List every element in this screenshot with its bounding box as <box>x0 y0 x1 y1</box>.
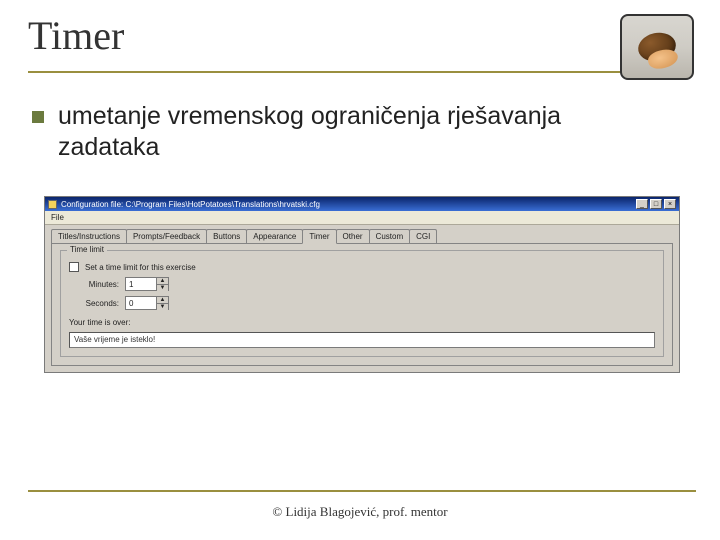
potato-logo <box>620 14 694 80</box>
maximize-button[interactable]: □ <box>650 199 662 209</box>
timeup-label: Your time is over: <box>69 318 131 327</box>
tab-other[interactable]: Other <box>336 229 370 243</box>
minutes-label: Minutes: <box>69 280 119 289</box>
tab-appearance[interactable]: Appearance <box>246 229 303 243</box>
bullet-icon <box>32 111 44 123</box>
minutes-stepper[interactable]: 1 ▲ ▼ <box>125 277 169 291</box>
seconds-down-icon[interactable]: ▼ <box>156 303 168 310</box>
time-limit-group: Time limit Set a time limit for this exe… <box>60 250 664 357</box>
app-icon <box>48 200 57 209</box>
tab-cgi[interactable]: CGI <box>409 229 437 243</box>
bullet-text: umetanje vremenskog ograničenja rješavan… <box>58 101 578 162</box>
title-underline <box>28 71 692 73</box>
tab-titles-instructions[interactable]: Titles/Instructions <box>51 229 127 243</box>
tab-panel: Time limit Set a time limit for this exe… <box>51 243 673 366</box>
bullet-row: umetanje vremenskog ograničenja rješavan… <box>32 101 692 162</box>
seconds-stepper[interactable]: 0 ▲ ▼ <box>125 296 169 310</box>
tab-strip: Titles/Instructions Prompts/Feedback But… <box>45 225 679 243</box>
embedded-screenshot: Configuration file: C:\Program Files\Hot… <box>44 196 680 373</box>
group-title: Time limit <box>67 245 107 254</box>
set-time-limit-checkbox[interactable] <box>69 262 79 272</box>
window-titlebar: Configuration file: C:\Program Files\Hot… <box>45 197 679 211</box>
slide-title: Timer <box>28 12 692 67</box>
footer-text: © Lidija Blagojević, prof. mentor <box>0 504 720 520</box>
tab-prompts-feedback[interactable]: Prompts/Feedback <box>126 229 207 243</box>
timeup-input[interactable]: Vaše vrijeme je isteklo! <box>69 332 655 348</box>
tab-timer[interactable]: Timer <box>302 229 336 244</box>
minutes-down-icon[interactable]: ▼ <box>156 284 168 291</box>
close-button[interactable]: × <box>664 199 676 209</box>
set-time-limit-label: Set a time limit for this exercise <box>85 263 196 272</box>
window-title-text: Configuration file: C:\Program Files\Hot… <box>61 200 320 209</box>
seconds-label: Seconds: <box>69 299 119 308</box>
minimize-button[interactable]: _ <box>636 199 648 209</box>
tab-custom[interactable]: Custom <box>369 229 411 243</box>
tab-buttons[interactable]: Buttons <box>206 229 247 243</box>
seconds-value[interactable]: 0 <box>126 297 156 309</box>
minutes-value[interactable]: 1 <box>126 278 156 290</box>
menu-file[interactable]: File <box>51 213 64 222</box>
menu-bar[interactable]: File <box>45 211 679 225</box>
bottom-rule <box>28 490 696 492</box>
